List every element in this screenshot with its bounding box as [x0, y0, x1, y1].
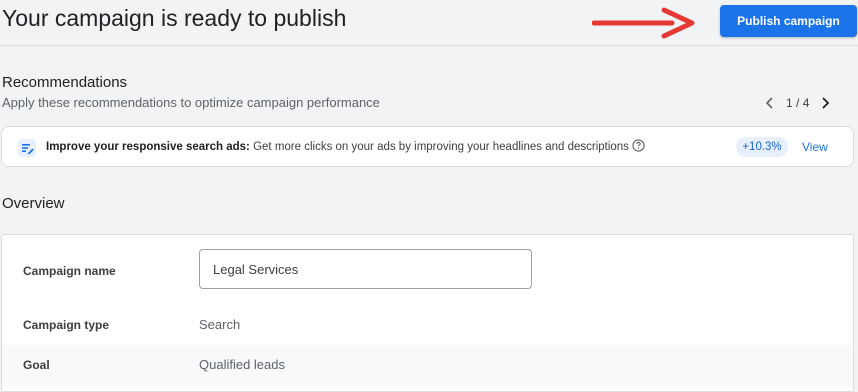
view-recommendation-link[interactable]: View [802, 139, 828, 155]
header-divider [0, 45, 858, 46]
recommendations-subtitle: Apply these recommendations to optimize … [2, 95, 380, 110]
chevron-left-icon [765, 97, 773, 109]
pager-current: 1 [786, 96, 793, 110]
overview-card: Campaign name Campaign type Search Goal … [1, 234, 854, 392]
campaign-name-input[interactable] [199, 249, 532, 289]
overview-heading: Overview [2, 195, 65, 212]
ad-edit-icon [18, 139, 36, 157]
campaign-name-label: Campaign name [23, 264, 116, 278]
previous-recommendation-button[interactable] [760, 93, 780, 113]
recommendation-card: Improve your responsive search ads: Get … [1, 126, 854, 167]
recommendation-title: Improve your responsive search ads: [46, 141, 250, 153]
recommendations-pager: 1 / 4 [760, 93, 835, 113]
chevron-right-icon [822, 97, 830, 109]
pager-total: 4 [802, 96, 810, 110]
goal-value: Qualified leads [199, 357, 285, 372]
goal-label: Goal [23, 358, 50, 372]
help-icon[interactable] [632, 139, 645, 153]
goal-row: Goal Qualified leads [2, 345, 853, 387]
recommendations-heading: Recommendations [2, 74, 128, 91]
next-recommendation-button[interactable] [815, 93, 835, 113]
campaign-review-page: Your campaign is ready to publish Publis… [0, 0, 858, 392]
campaign-type-value: Search [199, 317, 241, 332]
publish-campaign-button[interactable]: Publish campaign [720, 5, 857, 37]
recommendation-text: Improve your responsive search ads: Get … [46, 139, 645, 155]
pager-separator: / [792, 96, 803, 110]
recommendation-description: Get more clicks on your ads by improving… [249, 141, 629, 153]
pager-count: 1 / 4 [786, 96, 809, 110]
score-uplift-badge: +10.3% [736, 137, 788, 157]
campaign-type-label: Campaign type [23, 318, 110, 332]
red-arrow-icon [592, 7, 695, 39]
page-title: Your campaign is ready to publish [2, 5, 347, 31]
